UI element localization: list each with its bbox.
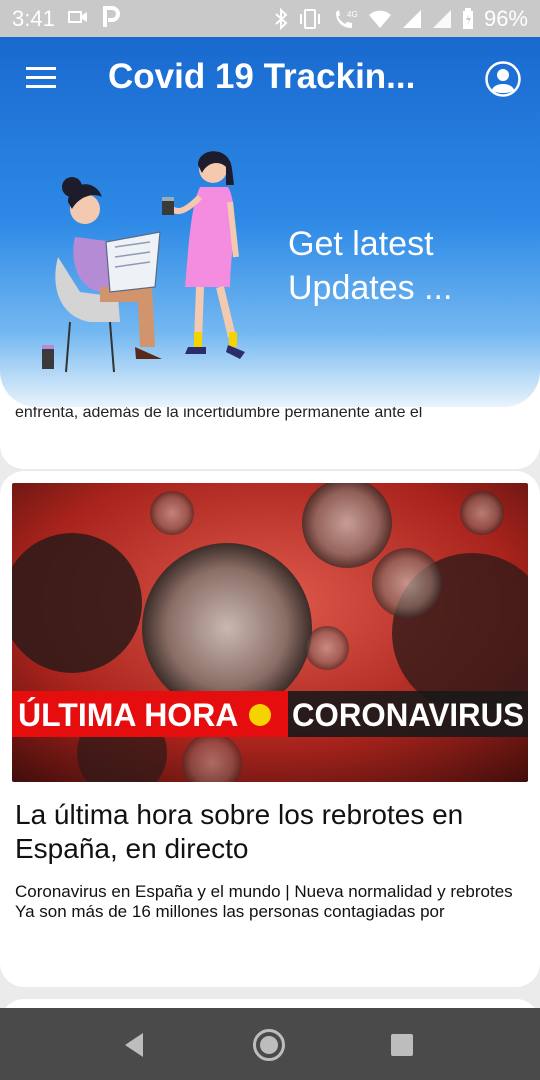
menu-icon-bar — [26, 85, 56, 88]
header-tagline: Get latest Updates ... — [288, 225, 453, 307]
battery-icon — [462, 8, 473, 29]
coronavirus-image: ÚLTIMA HORA CORONAVIRUS — [12, 483, 528, 782]
wifi-call-icon: 4G — [335, 10, 358, 28]
status-bar: 3:41 4G 96% — [0, 0, 540, 37]
bluetooth-icon — [275, 8, 288, 30]
recents-button[interactable] — [385, 1028, 419, 1062]
account-icon[interactable] — [485, 61, 521, 97]
app-title: Covid 19 Trackin... — [108, 57, 416, 96]
banner-right-text: CORONAVIRUS — [292, 697, 524, 733]
vibrate-icon — [299, 9, 320, 29]
reading-people-illustration — [42, 151, 245, 373]
news-card[interactable] — [0, 999, 540, 1008]
wifi-icon — [368, 10, 391, 28]
news-description: Coronavirus en España y el mundo | Nueva… — [15, 882, 525, 966]
live-dot-icon — [249, 704, 271, 726]
app-header: Covid 19 Trackin... Get latest Updates .… — [0, 37, 540, 407]
video-camera-icon — [68, 11, 87, 23]
battery-percent: 96% — [483, 6, 528, 31]
menu-button[interactable] — [26, 67, 56, 91]
news-subtitle: Coronavirus en España y el mundo | Nueva… — [15, 882, 513, 901]
news-headline[interactable]: La última hora sobre los rebrotes en Esp… — [15, 798, 525, 866]
signal-icon — [402, 10, 421, 28]
network-label: 4G — [347, 10, 358, 19]
back-button[interactable] — [118, 1028, 152, 1062]
menu-icon-bar — [26, 67, 56, 70]
menu-icon-bar — [26, 76, 56, 79]
system-nav-bar — [0, 1008, 540, 1080]
home-button[interactable] — [252, 1028, 286, 1062]
status-time: 3:41 — [12, 6, 55, 31]
news-image[interactable]: ÚLTIMA HORA CORONAVIRUS — [12, 483, 528, 782]
parking-icon — [103, 6, 120, 27]
news-snippet: Ya son más de 16 millones las personas c… — [15, 902, 445, 921]
signal-icon-2 — [432, 10, 451, 28]
banner-left-text: ÚLTIMA HORA — [18, 697, 238, 733]
news-card[interactable]: ÚLTIMA HORA CORONAVIRUS La última hora s… — [0, 471, 540, 987]
